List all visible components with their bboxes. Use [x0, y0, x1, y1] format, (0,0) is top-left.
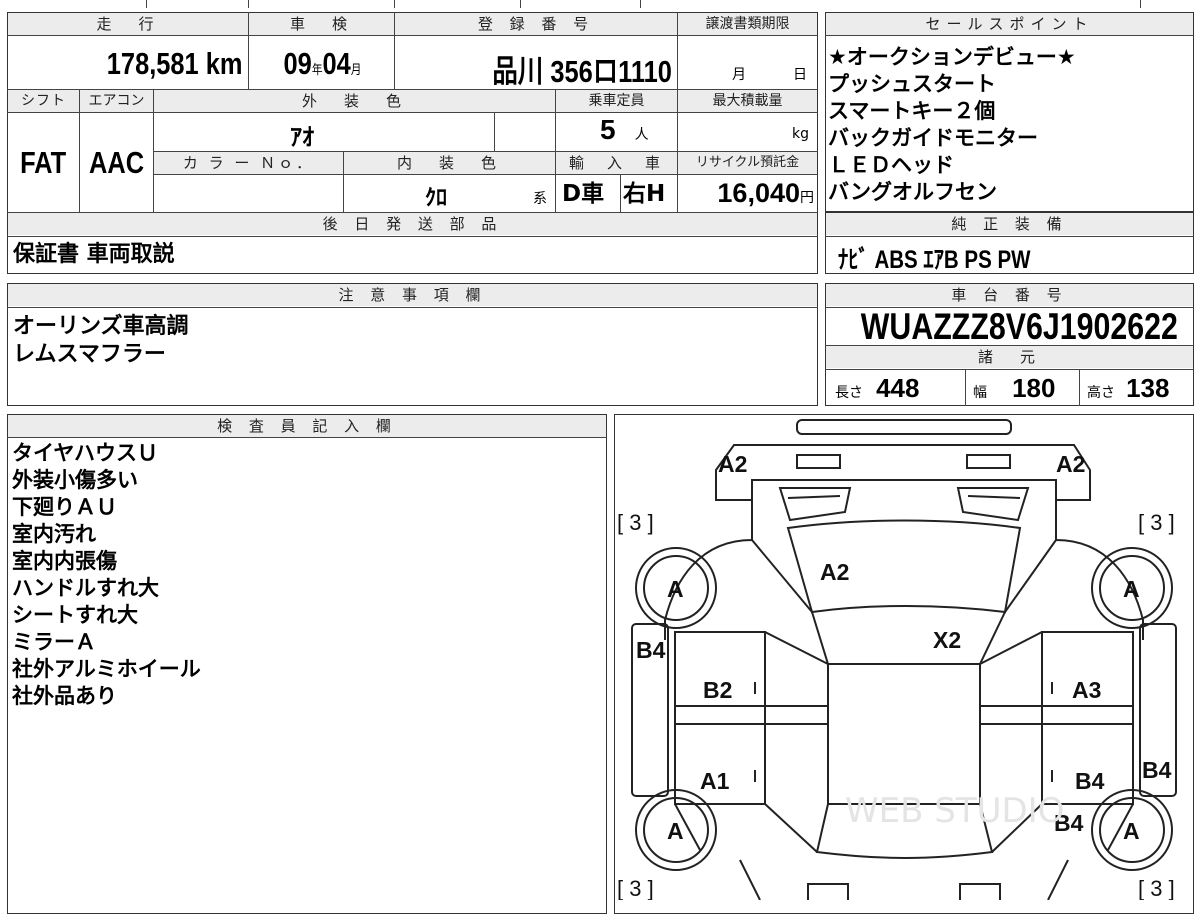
interior-color-header: 内 装 色 [344, 152, 555, 174]
list-item: バングオルフセン [828, 180, 998, 204]
mark-wheel-front-left: A [667, 576, 684, 602]
list-item: オーリンズ車高調 [13, 314, 189, 339]
import-header: 輸 入 車 [556, 152, 677, 174]
later-parts-header: 後 日 発 送 部 品 [8, 213, 817, 235]
list-item: 室内内張傷 [12, 549, 117, 573]
interior-color-suffix: 系 [533, 191, 547, 207]
import-value: D車 [562, 181, 605, 207]
later-parts-value: 保証書 車両取説 [13, 242, 175, 267]
list-item: シートすれ大 [12, 603, 138, 627]
list-item: レムスマフラー [13, 342, 166, 367]
transfer-day-unit: 日 [793, 67, 807, 83]
car-diagram: A2 A2 [ 3 ] [ 3 ] [ 3 ] [ 3 ] A A A A A2… [617, 419, 1177, 900]
aircon-header: エアコン [80, 90, 153, 112]
notes-list: オーリンズ車高調 レムスマフラー [13, 313, 189, 369]
mark-a2-top-right: A2 [1056, 451, 1085, 477]
transfer-header: 譲渡書類期限 [678, 13, 817, 35]
interior-color-value: ｸﾛ [425, 186, 448, 211]
list-item: ＬＥＤヘッド [828, 153, 954, 177]
inspection-header: 車 検 [249, 13, 394, 35]
mark-b4-rear-right-door: B4 [1075, 768, 1105, 794]
mark-a3-front-right-door: A3 [1072, 677, 1101, 703]
chassis-number: WUAZZZ8V6J1902622 [860, 306, 1178, 347]
list-item: スマートキー２個 [828, 99, 996, 123]
list-item: プッシュスタート [828, 72, 996, 96]
list-item: 社外アルミホイール [12, 657, 201, 681]
mileage-header: 走 行 [8, 13, 248, 35]
list-item: ハンドルすれ大 [12, 576, 159, 600]
list-item: 外装小傷多い [12, 468, 138, 492]
registration-header: 登 録 番 号 [395, 13, 677, 35]
mark-a1-rear-left-door: A1 [700, 768, 730, 794]
shift-header: シフト [8, 90, 79, 112]
chassis-header: 車 台 番 号 [826, 284, 1193, 306]
tread-bottom-right: [ 3 ] [1138, 876, 1175, 900]
sales-points-list: ★オークションデビュー★ プッシュスタート スマートキー２個 バックガイドモニタ… [828, 44, 1076, 206]
color-no-header: カ ラ ー Ｎｏ． [154, 152, 343, 174]
list-item: タイヤハウスＵ [12, 441, 158, 465]
inspector-list: タイヤハウスＵ 外装小傷多い 下廻りＡＵ 室内汚れ 室内内張傷 ハンドルすれ大 … [12, 440, 201, 710]
steering-value: 右H [623, 181, 666, 207]
tread-top-left: [ 3 ] [617, 510, 654, 535]
mark-windshield: A2 [820, 559, 849, 585]
capacity-header: 乗車定員 [556, 90, 677, 112]
inspector-header: 検 査 員 記 入 欄 [8, 415, 606, 437]
list-item: バックガイドモニター [828, 126, 1038, 150]
tread-top-right: [ 3 ] [1138, 510, 1175, 535]
registration-number: 品川 356ロ1110 [492, 54, 672, 89]
height-dimension: 高さ 138 [1087, 373, 1170, 403]
max-load-header: 最大積載量 [678, 90, 817, 112]
list-item: ★オークションデビュー★ [828, 45, 1076, 69]
mark-wheel-rear-right: A [1123, 818, 1140, 844]
watermark: WEB STUDIO [845, 791, 1064, 831]
list-item: 下廻りＡＵ [12, 495, 117, 519]
aircon-value: AAC [88, 145, 145, 180]
list-item: 社外品あり [12, 684, 117, 708]
mark-b4-right-side: B4 [1142, 757, 1172, 783]
recycle-header: リサイクル預託金 [678, 152, 817, 174]
mileage-value: 178,581 km [106, 46, 242, 81]
exterior-color-value: ｱｵ [290, 124, 314, 151]
tread-bottom-left: [ 3 ] [617, 876, 654, 900]
shift-value: FAT [20, 145, 67, 180]
exterior-color-header: 外 装 色 [154, 90, 555, 112]
equipment-value: ﾅﾋﾞ ABS ｴｱB PS PW [838, 246, 1031, 274]
notes-header: 注 意 事 項 欄 [8, 284, 817, 306]
recycle-value: 16,040円 [717, 178, 814, 208]
list-item: 室内汚れ [12, 522, 96, 546]
max-load-unit: kg [792, 126, 809, 142]
list-item: ミラーＡ [12, 630, 96, 654]
length-dimension: 長さ 448 [835, 373, 920, 403]
capacity-value: 5 人 [600, 114, 649, 145]
inspection-date: 09年04月 [283, 46, 361, 81]
mark-b2-front-left-door: B2 [703, 677, 732, 703]
equipment-header: 純 正 装 備 [826, 213, 1193, 235]
dimensions-header: 諸 元 [826, 346, 1193, 368]
width-dimension: 幅 180 [973, 373, 1056, 403]
mark-b4-left-front: B4 [636, 637, 666, 663]
mark-a2-top-left: A2 [718, 451, 747, 477]
sales-points-header: セールスポイント [826, 13, 1193, 35]
mark-roof: X2 [933, 627, 961, 653]
mark-wheel-rear-left: A [667, 818, 684, 844]
mark-wheel-front-right: A [1123, 576, 1140, 602]
transfer-month-unit: 月 [732, 67, 746, 83]
